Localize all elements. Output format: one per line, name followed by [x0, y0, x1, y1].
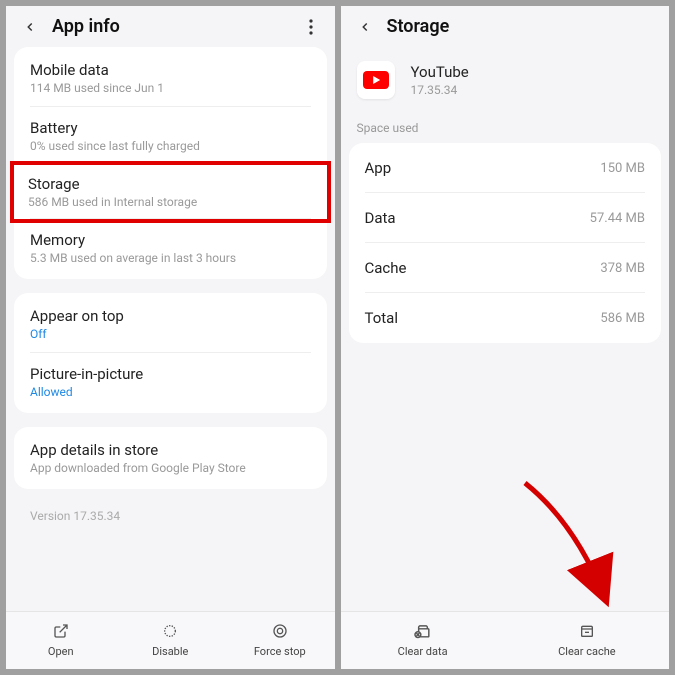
item-title: Mobile data: [30, 61, 311, 79]
item-value: Allowed: [30, 385, 311, 399]
pip-item[interactable]: Picture-in-picture Allowed: [14, 353, 327, 411]
content: YouTube 17.35.34 Space used App 150 MB D…: [341, 47, 670, 611]
item-title: Appear on top: [30, 307, 311, 325]
clear-cache-icon: [578, 622, 596, 640]
memory-item[interactable]: Memory 5.3 MB used on average in last 3 …: [14, 219, 327, 277]
header: App info: [6, 6, 335, 47]
clear-cache-button[interactable]: Clear cache: [505, 612, 669, 669]
storage-screen: Storage YouTube 17.35.34 Space used App …: [341, 6, 670, 669]
row-label: App: [365, 159, 392, 177]
item-title: Battery: [30, 119, 311, 137]
item-subtitle: 5.3 MB used on average in last 3 hours: [30, 251, 311, 265]
back-button[interactable]: [355, 17, 375, 37]
clear-data-icon: [414, 622, 432, 640]
app-details-item[interactable]: App details in store App downloaded from…: [14, 429, 327, 487]
row-value: 378 MB: [600, 261, 645, 276]
youtube-icon: [357, 61, 395, 99]
app-name: YouTube: [411, 63, 469, 81]
mobile-data-item[interactable]: Mobile data 114 MB used since Jun 1: [14, 49, 327, 107]
disable-button[interactable]: Disable: [116, 612, 226, 669]
page-title: App info: [52, 16, 301, 37]
app-version: 17.35.34: [411, 83, 469, 97]
item-subtitle: App downloaded from Google Play Store: [30, 461, 311, 475]
battery-item[interactable]: Battery 0% used since last fully charged: [14, 107, 327, 165]
button-label: Clear cache: [558, 645, 616, 658]
item-title: Memory: [30, 231, 311, 249]
item-subtitle: 114 MB used since Jun 1: [30, 81, 311, 95]
row-label: Cache: [365, 259, 407, 277]
data-size-row: Data 57.44 MB: [349, 193, 662, 243]
settings-group-1: Mobile data 114 MB used since Jun 1 Batt…: [14, 47, 327, 279]
app-header: YouTube 17.35.34: [341, 47, 670, 117]
row-label: Total: [365, 309, 399, 327]
settings-group-3: App details in store App downloaded from…: [14, 427, 327, 489]
item-value: Off: [30, 327, 311, 341]
bottom-bar: Open Disable Force stop: [6, 611, 335, 669]
content: Mobile data 114 MB used since Jun 1 Batt…: [6, 47, 335, 611]
item-subtitle: 0% used since last fully charged: [30, 139, 311, 153]
button-label: Disable: [152, 645, 188, 658]
cache-size-row: Cache 378 MB: [349, 243, 662, 293]
total-size-row: Total 586 MB: [349, 293, 662, 343]
row-value: 150 MB: [600, 161, 645, 176]
open-icon: [52, 622, 70, 640]
row-value: 586 MB: [600, 311, 645, 326]
version-text: Version 17.35.34: [6, 503, 335, 539]
item-title: Picture-in-picture: [30, 365, 311, 383]
storage-item[interactable]: Storage 586 MB used in Internal storage: [10, 161, 331, 223]
page-title: Storage: [387, 16, 656, 37]
item-title: Storage: [28, 175, 313, 193]
force-stop-button[interactable]: Force stop: [225, 612, 335, 669]
button-label: Force stop: [254, 645, 306, 658]
open-button[interactable]: Open: [6, 612, 116, 669]
force-stop-icon: [271, 622, 289, 640]
bottom-bar: Clear data Clear cache: [341, 611, 670, 669]
row-label: Data: [365, 209, 396, 227]
settings-group-2: Appear on top Off Picture-in-picture All…: [14, 293, 327, 413]
more-menu-button[interactable]: [301, 19, 321, 35]
app-info-screen: App info Mobile data 114 MB used since J…: [6, 6, 335, 669]
item-title: App details in store: [30, 441, 311, 459]
row-value: 57.44 MB: [590, 211, 645, 226]
space-used-rows: App 150 MB Data 57.44 MB Cache 378 MB To…: [349, 143, 662, 343]
section-label: Space used: [341, 117, 670, 143]
disable-icon: [161, 622, 179, 640]
button-label: Clear data: [398, 645, 448, 658]
appear-on-top-item[interactable]: Appear on top Off: [14, 295, 327, 353]
item-subtitle: 586 MB used in Internal storage: [28, 195, 313, 209]
back-button[interactable]: [20, 17, 40, 37]
app-size-row: App 150 MB: [349, 143, 662, 193]
clear-data-button[interactable]: Clear data: [341, 612, 505, 669]
button-label: Open: [48, 645, 74, 658]
header: Storage: [341, 6, 670, 47]
